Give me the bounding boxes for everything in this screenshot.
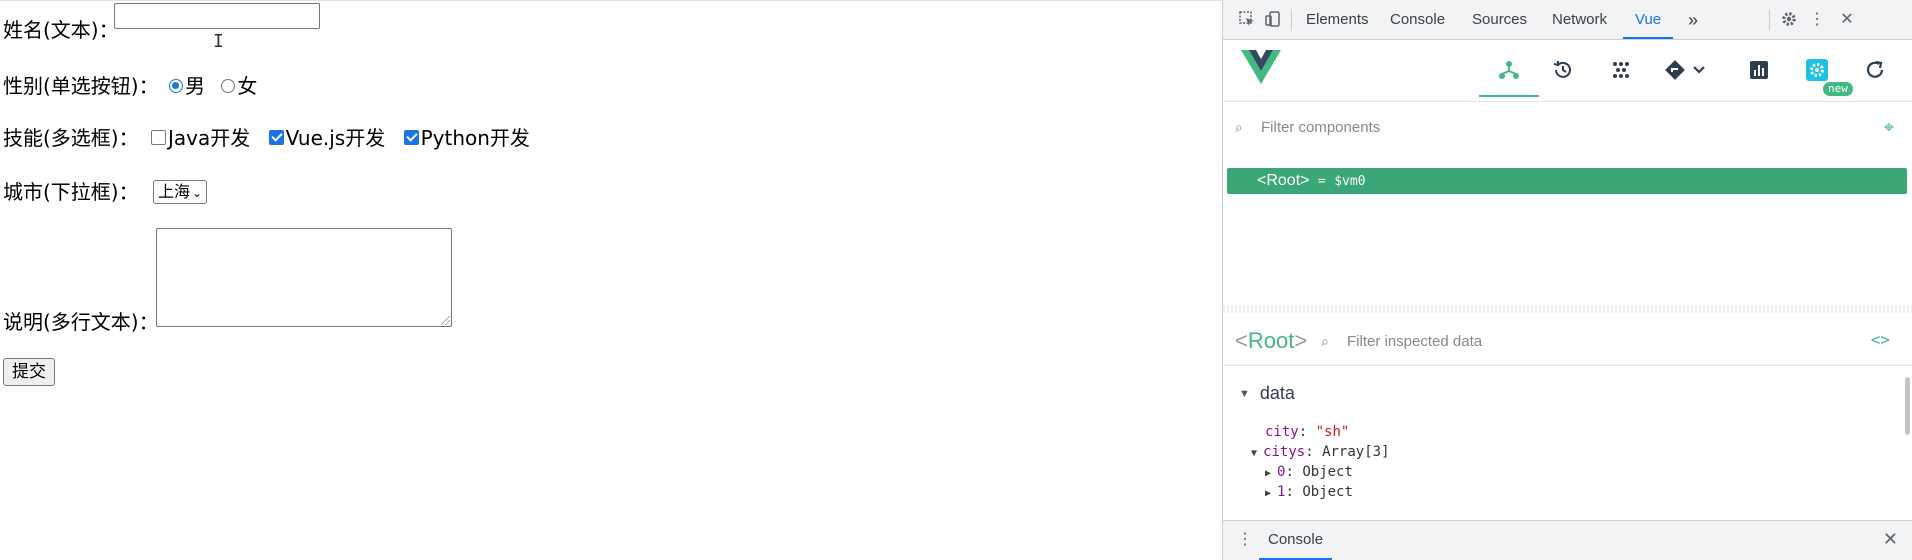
- collapsed-triangle-icon: ▶: [1265, 488, 1272, 499]
- skill-checkbox-python[interactable]: [403, 130, 419, 145]
- name-label: 姓名(文本)：: [3, 17, 119, 42]
- expanded-triangle-icon: ▼: [1251, 448, 1258, 459]
- settings-gear-icon[interactable]: [1779, 10, 1799, 30]
- inspected-component-title: <Root>: [1235, 328, 1308, 353]
- gender-radio-female[interactable]: [221, 78, 236, 93]
- new-badge: new: [1823, 82, 1853, 96]
- active-tool-indicator: [1479, 95, 1539, 97]
- tab-elements[interactable]: Elements: [1303, 0, 1372, 39]
- tab-vue[interactable]: Vue: [1623, 0, 1674, 39]
- data-prop-citys[interactable]: ▼ citys: Array[3]: [1251, 444, 1390, 460]
- drawer-menu-icon[interactable]: ⋮: [1237, 529, 1253, 549]
- devtools-tabbar: Elements Console Sources Network Vue » ⋮…: [1223, 0, 1912, 40]
- open-in-editor-code-icon[interactable]: <>: [1871, 330, 1890, 349]
- tab-sources[interactable]: Sources: [1469, 0, 1530, 39]
- tab-network[interactable]: Network: [1549, 0, 1610, 39]
- vue-logo-icon: [1241, 50, 1281, 89]
- data-prop-city[interactable]: city: "sh": [1265, 424, 1349, 440]
- data-section-toggle[interactable]: ▼ data: [1239, 383, 1295, 404]
- gender-radio-male[interactable]: [168, 78, 183, 93]
- divider: [1291, 9, 1292, 31]
- component-tree-root-node[interactable]: <Root> = $vm0: [1227, 168, 1907, 194]
- vuex-store-icon[interactable]: [1605, 54, 1637, 86]
- skill-checkbox-vue[interactable]: [268, 130, 284, 145]
- refresh-icon[interactable]: [1859, 54, 1891, 86]
- gender-row: 性别(单选按钮)： 男 女: [3, 71, 263, 99]
- search-icon: ⌕: [1235, 119, 1243, 135]
- timeline-history-icon[interactable]: [1547, 54, 1579, 86]
- divider: [1769, 9, 1770, 31]
- more-tabs-button[interactable]: »: [1685, 0, 1701, 39]
- root-vm-var: $vm0: [1334, 174, 1366, 189]
- data-prop-citys-1[interactable]: ▶ 1: Object: [1265, 484, 1353, 500]
- description-label: 说明(多行文本)：: [3, 309, 159, 334]
- components-tree-icon[interactable]: [1493, 54, 1525, 86]
- devtools-panel: Elements Console Sources Network Vue » ⋮…: [1222, 0, 1912, 560]
- scrollbar-thumb[interactable]: [1905, 377, 1910, 435]
- close-icon[interactable]: ✕: [1837, 10, 1857, 30]
- device-toolbar-icon[interactable]: [1263, 10, 1283, 30]
- vue-toolbar: new: [1223, 40, 1912, 102]
- filter-components-bar[interactable]: ⌕ Filter components ⌖: [1223, 102, 1912, 154]
- performance-chart-icon[interactable]: [1743, 54, 1775, 86]
- description-row: 说明(多行文本)：: [3, 307, 159, 335]
- skill-label-vue: Vue.js开发: [285, 125, 386, 150]
- inspected-data-tree: ▼ data city: "sh" ▼ citys: Array[3] ▶ 0: Ob…: [1223, 375, 1912, 515]
- city-selected-value: 上海: [157, 181, 190, 201]
- select-component-target-icon[interactable]: ⌖: [1884, 117, 1894, 138]
- drawer-tab-console[interactable]: Console: [1259, 521, 1333, 560]
- gender-option-male: 男: [184, 73, 205, 98]
- text-cursor-icon: I: [213, 31, 224, 52]
- city-row: 城市(下拉框)： 上海 ⌄: [3, 177, 208, 205]
- split-pane-divider[interactable]: [1223, 305, 1912, 313]
- city-label: 城市(下拉框)：: [3, 179, 139, 204]
- description-textarea[interactable]: [156, 228, 452, 327]
- inspect-element-icon[interactable]: [1237, 10, 1257, 30]
- data-prop-citys-0[interactable]: ▶ 0: Object: [1265, 464, 1353, 480]
- resize-grip-icon[interactable]: [441, 316, 450, 325]
- city-select[interactable]: 上海 ⌄: [152, 179, 208, 204]
- expanded-triangle-icon: ▼: [1239, 388, 1250, 401]
- skills-label: 技能(多选框)：: [3, 125, 139, 150]
- name-row: 姓名(文本)：: [3, 15, 119, 43]
- root-eq: =: [1317, 174, 1326, 189]
- name-input[interactable]: [114, 3, 320, 29]
- tab-console[interactable]: Console: [1387, 0, 1448, 39]
- close-drawer-icon[interactable]: ✕: [1883, 529, 1898, 550]
- page-content: 姓名(文本)： I 性别(单选按钮)： 男 女 技能(多选框)： Java开发 …: [0, 0, 1222, 560]
- skill-label-java: Java开发: [167, 125, 251, 150]
- chevron-down-icon: ⌄: [191, 185, 203, 200]
- gender-label: 性别(单选按钮)：: [3, 73, 159, 98]
- submit-button[interactable]: 提交: [3, 358, 55, 386]
- gender-option-female: 女: [237, 73, 258, 98]
- collapsed-triangle-icon: ▶: [1265, 468, 1272, 479]
- router-routes-icon[interactable]: [1661, 54, 1713, 86]
- filter-inspected-input[interactable]: Filter inspected data: [1347, 333, 1482, 350]
- root-tag: <Root>: [1257, 172, 1310, 189]
- inspector-header: <Root> ⌕ Filter inspected data <>: [1223, 316, 1912, 366]
- search-icon: ⌕: [1321, 333, 1329, 349]
- filter-components-input[interactable]: Filter components: [1261, 119, 1380, 136]
- devtools-drawer: ⋮ Console ✕: [1223, 520, 1912, 560]
- kebab-menu-icon[interactable]: ⋮: [1807, 10, 1827, 30]
- skill-checkbox-java[interactable]: [150, 130, 166, 145]
- skill-label-python: Python开发: [420, 125, 530, 150]
- skills-row: 技能(多选框)： Java开发 Vue.js开发 Python开发: [3, 123, 536, 151]
